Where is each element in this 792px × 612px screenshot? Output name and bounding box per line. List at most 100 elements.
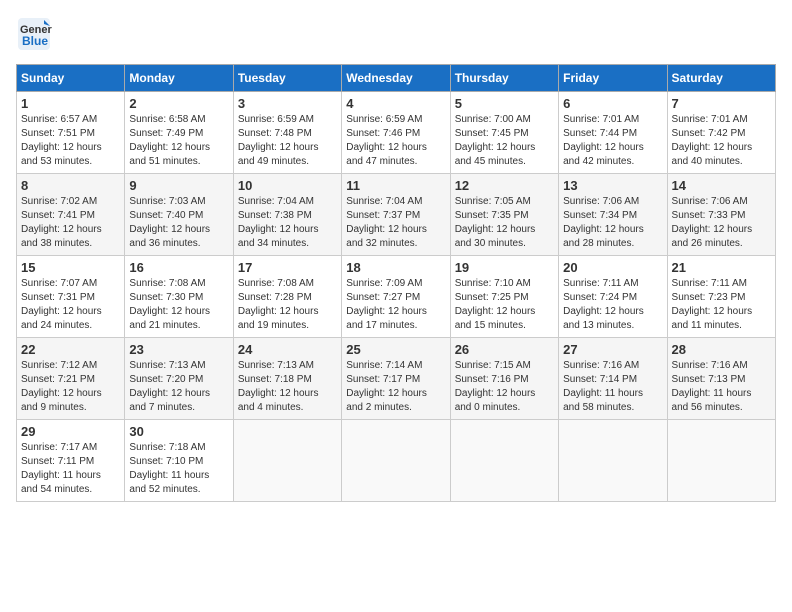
calendar-cell: 25 Sunrise: 7:14 AM Sunset: 7:17 PM Dayli…	[342, 338, 450, 420]
weekday-header: Tuesday	[233, 65, 341, 92]
cell-info: Sunrise: 7:12 AM Sunset: 7:21 PM Dayligh…	[21, 359, 120, 415]
weekday-header: Monday	[125, 65, 233, 92]
calendar-cell: 12 Sunrise: 7:05 AM Sunset: 7:35 PM Dayli…	[450, 174, 558, 256]
calendar-week-row: 15 Sunrise: 7:07 AM Sunset: 7:31 PM Dayli…	[17, 256, 776, 338]
day-number: 24	[238, 342, 337, 357]
cell-info: Sunrise: 7:01 AM Sunset: 7:44 PM Dayligh…	[563, 113, 662, 169]
calendar-week-row: 8 Sunrise: 7:02 AM Sunset: 7:41 PM Daylig…	[17, 174, 776, 256]
cell-info: Sunrise: 7:03 AM Sunset: 7:40 PM Dayligh…	[129, 195, 228, 251]
calendar-cell: 20 Sunrise: 7:11 AM Sunset: 7:24 PM Dayli…	[559, 256, 667, 338]
calendar-cell: 17 Sunrise: 7:08 AM Sunset: 7:28 PM Dayli…	[233, 256, 341, 338]
day-number: 22	[21, 342, 120, 357]
cell-info: Sunrise: 7:15 AM Sunset: 7:16 PM Dayligh…	[455, 359, 554, 415]
day-number: 5	[455, 96, 554, 111]
day-number: 14	[672, 178, 771, 193]
calendar-cell	[450, 420, 558, 502]
day-number: 6	[563, 96, 662, 111]
calendar-cell: 8 Sunrise: 7:02 AM Sunset: 7:41 PM Daylig…	[17, 174, 125, 256]
calendar-week-row: 1 Sunrise: 6:57 AM Sunset: 7:51 PM Daylig…	[17, 92, 776, 174]
svg-text:Blue: Blue	[22, 34, 48, 48]
cell-info: Sunrise: 7:18 AM Sunset: 7:10 PM Dayligh…	[129, 441, 228, 497]
day-number: 19	[455, 260, 554, 275]
calendar-cell: 4 Sunrise: 6:59 AM Sunset: 7:46 PM Daylig…	[342, 92, 450, 174]
calendar-cell: 15 Sunrise: 7:07 AM Sunset: 7:31 PM Dayli…	[17, 256, 125, 338]
calendar-cell: 3 Sunrise: 6:59 AM Sunset: 7:48 PM Daylig…	[233, 92, 341, 174]
cell-info: Sunrise: 7:02 AM Sunset: 7:41 PM Dayligh…	[21, 195, 120, 251]
calendar-body: 1 Sunrise: 6:57 AM Sunset: 7:51 PM Daylig…	[17, 92, 776, 502]
cell-info: Sunrise: 7:11 AM Sunset: 7:23 PM Dayligh…	[672, 277, 771, 333]
cell-info: Sunrise: 6:58 AM Sunset: 7:49 PM Dayligh…	[129, 113, 228, 169]
cell-info: Sunrise: 7:06 AM Sunset: 7:33 PM Dayligh…	[672, 195, 771, 251]
calendar-cell: 18 Sunrise: 7:09 AM Sunset: 7:27 PM Dayli…	[342, 256, 450, 338]
day-number: 12	[455, 178, 554, 193]
calendar-cell: 26 Sunrise: 7:15 AM Sunset: 7:16 PM Dayli…	[450, 338, 558, 420]
day-number: 15	[21, 260, 120, 275]
weekday-header: Wednesday	[342, 65, 450, 92]
calendar-cell: 19 Sunrise: 7:10 AM Sunset: 7:25 PM Dayli…	[450, 256, 558, 338]
calendar-cell: 21Sunrise: 7:11 AM Sunset: 7:23 PM Dayli…	[667, 256, 775, 338]
day-number: 2	[129, 96, 228, 111]
calendar-cell	[667, 420, 775, 502]
day-number: 23	[129, 342, 228, 357]
cell-info: Sunrise: 7:01 AM Sunset: 7:42 PM Dayligh…	[672, 113, 771, 169]
cell-info: Sunrise: 6:59 AM Sunset: 7:48 PM Dayligh…	[238, 113, 337, 169]
cell-info: Sunrise: 6:57 AM Sunset: 7:51 PM Dayligh…	[21, 113, 120, 169]
day-number: 3	[238, 96, 337, 111]
cell-info: Sunrise: 7:13 AM Sunset: 7:18 PM Dayligh…	[238, 359, 337, 415]
calendar-cell: 23Sunrise: 7:13 AM Sunset: 7:20 PM Dayli…	[125, 338, 233, 420]
day-number: 11	[346, 178, 445, 193]
calendar-cell: 11 Sunrise: 7:04 AM Sunset: 7:37 PM Dayli…	[342, 174, 450, 256]
day-number: 8	[21, 178, 120, 193]
calendar-cell: 1 Sunrise: 6:57 AM Sunset: 7:51 PM Daylig…	[17, 92, 125, 174]
cell-info: Sunrise: 7:09 AM Sunset: 7:27 PM Dayligh…	[346, 277, 445, 333]
calendar-cell: 22 Sunrise: 7:12 AM Sunset: 7:21 PM Dayli…	[17, 338, 125, 420]
day-number: 9	[129, 178, 228, 193]
calendar-week-row: 22 Sunrise: 7:12 AM Sunset: 7:21 PM Dayli…	[17, 338, 776, 420]
day-number: 25	[346, 342, 445, 357]
cell-info: Sunrise: 7:04 AM Sunset: 7:38 PM Dayligh…	[238, 195, 337, 251]
day-number: 20	[563, 260, 662, 275]
day-number: 1	[21, 96, 120, 111]
day-number: 7	[672, 96, 771, 111]
calendar-cell: 24 Sunrise: 7:13 AM Sunset: 7:18 PM Dayli…	[233, 338, 341, 420]
logo-svg: General Blue	[16, 16, 52, 52]
calendar-cell: 9 Sunrise: 7:03 AM Sunset: 7:40 PM Daylig…	[125, 174, 233, 256]
cell-info: Sunrise: 6:59 AM Sunset: 7:46 PM Dayligh…	[346, 113, 445, 169]
calendar-week-row: 29Sunrise: 7:17 AM Sunset: 7:11 PM Dayli…	[17, 420, 776, 502]
cell-info: Sunrise: 7:14 AM Sunset: 7:17 PM Dayligh…	[346, 359, 445, 415]
logo: General Blue	[16, 16, 52, 52]
day-number: 29	[21, 424, 120, 439]
calendar-cell: 10 Sunrise: 7:04 AM Sunset: 7:38 PM Dayli…	[233, 174, 341, 256]
calendar-cell: 27 Sunrise: 7:16 AM Sunset: 7:14 PM Dayli…	[559, 338, 667, 420]
cell-info: Sunrise: 7:05 AM Sunset: 7:35 PM Dayligh…	[455, 195, 554, 251]
cell-info: Sunrise: 7:11 AM Sunset: 7:24 PM Dayligh…	[563, 277, 662, 333]
calendar-cell	[342, 420, 450, 502]
calendar-cell: 14 Sunrise: 7:06 AM Sunset: 7:33 PM Dayli…	[667, 174, 775, 256]
day-number: 18	[346, 260, 445, 275]
day-number: 28	[672, 342, 771, 357]
weekday-header: Sunday	[17, 65, 125, 92]
cell-info: Sunrise: 7:10 AM Sunset: 7:25 PM Dayligh…	[455, 277, 554, 333]
cell-info: Sunrise: 7:08 AM Sunset: 7:28 PM Dayligh…	[238, 277, 337, 333]
cell-info: Sunrise: 7:16 AM Sunset: 7:13 PM Dayligh…	[672, 359, 771, 415]
cell-info: Sunrise: 7:00 AM Sunset: 7:45 PM Dayligh…	[455, 113, 554, 169]
calendar-header-row: SundayMondayTuesdayWednesdayThursdayFrid…	[17, 65, 776, 92]
day-number: 4	[346, 96, 445, 111]
day-number: 13	[563, 178, 662, 193]
calendar-table: SundayMondayTuesdayWednesdayThursdayFrid…	[16, 64, 776, 502]
day-number: 17	[238, 260, 337, 275]
calendar-cell: 5 Sunrise: 7:00 AM Sunset: 7:45 PM Daylig…	[450, 92, 558, 174]
weekday-header: Friday	[559, 65, 667, 92]
calendar-cell: 6 Sunrise: 7:01 AM Sunset: 7:44 PM Daylig…	[559, 92, 667, 174]
cell-info: Sunrise: 7:07 AM Sunset: 7:31 PM Dayligh…	[21, 277, 120, 333]
day-number: 26	[455, 342, 554, 357]
calendar-cell	[559, 420, 667, 502]
cell-info: Sunrise: 7:16 AM Sunset: 7:14 PM Dayligh…	[563, 359, 662, 415]
cell-info: Sunrise: 7:04 AM Sunset: 7:37 PM Dayligh…	[346, 195, 445, 251]
day-number: 10	[238, 178, 337, 193]
day-number: 27	[563, 342, 662, 357]
weekday-header: Thursday	[450, 65, 558, 92]
calendar-cell: 16Sunrise: 7:08 AM Sunset: 7:30 PM Dayli…	[125, 256, 233, 338]
cell-info: Sunrise: 7:08 AM Sunset: 7:30 PM Dayligh…	[129, 277, 228, 333]
page-header: General Blue	[16, 16, 776, 52]
